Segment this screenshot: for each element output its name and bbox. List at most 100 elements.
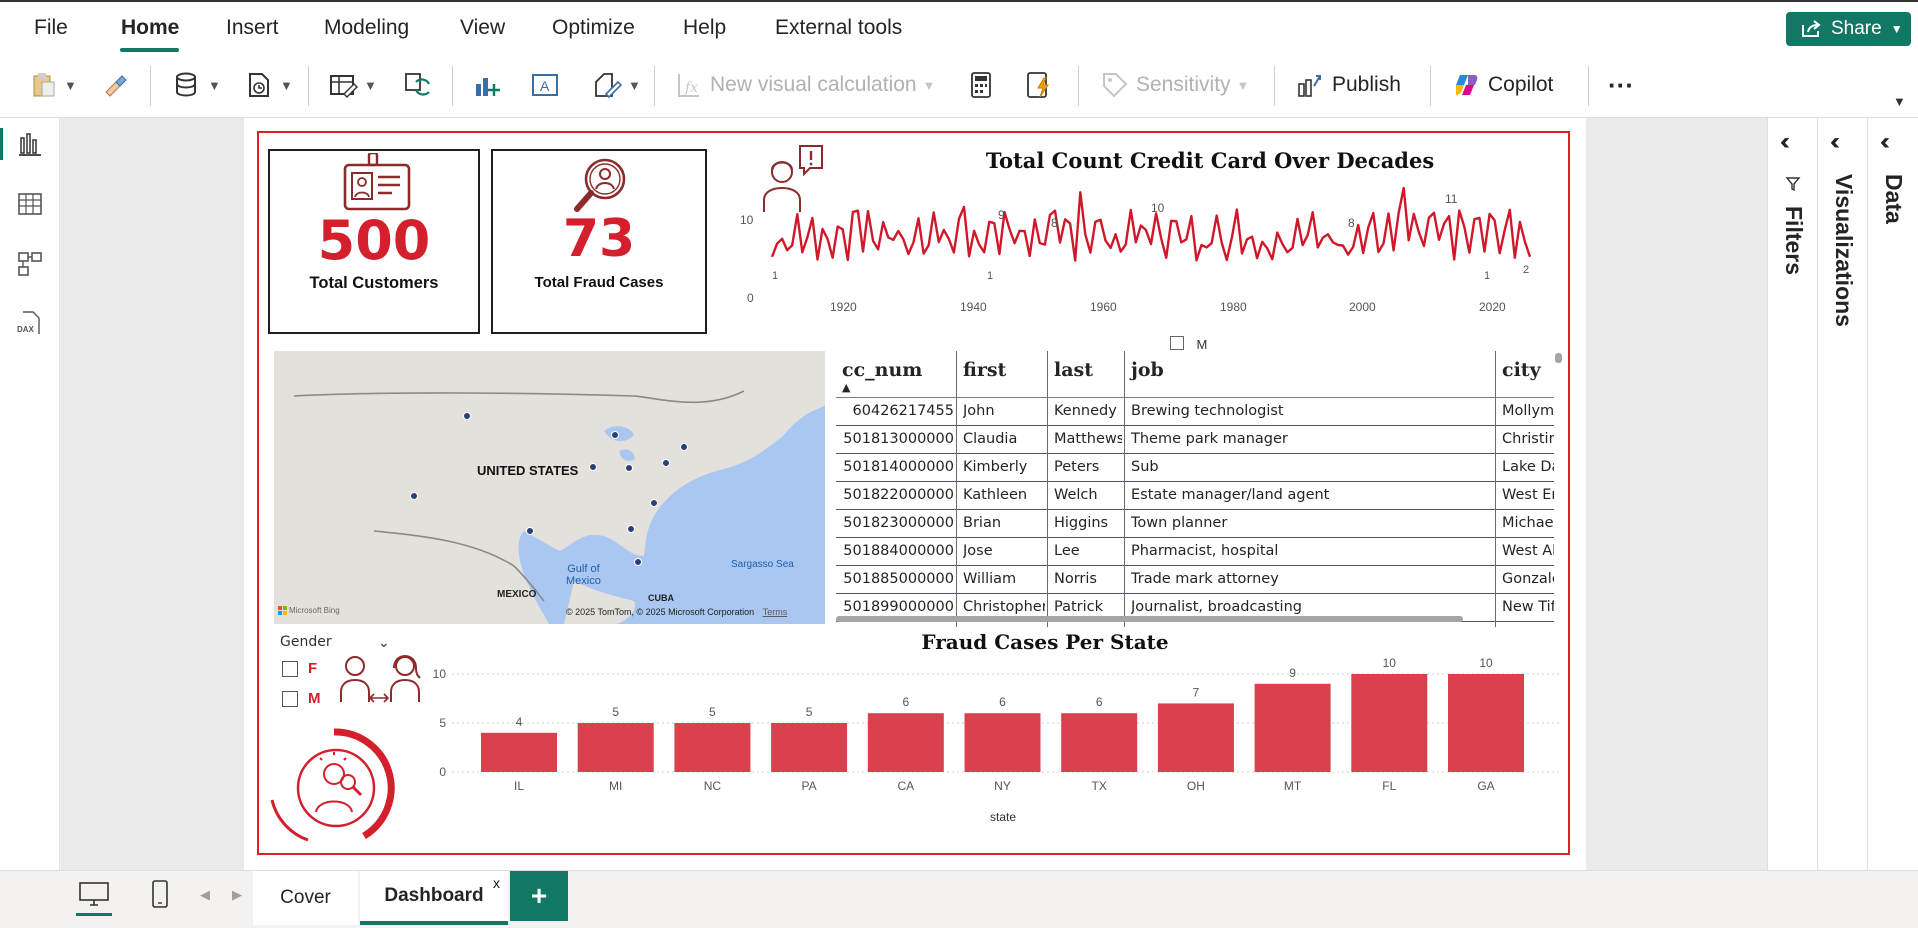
menu-optimize[interactable]: Optimize <box>552 16 635 40</box>
slicer-option-f[interactable]: F <box>282 660 317 677</box>
table-row[interactable]: 501822000000 Kathleen Welch Estate manager/… <box>836 482 1554 510</box>
table-row[interactable]: 60426217455 John Kennedy Brewing technologi… <box>836 398 1554 426</box>
new-visual-button[interactable] <box>472 68 502 102</box>
table-row[interactable]: 501823000000 Brian Higgins Town planner Mich… <box>836 510 1554 538</box>
page-tab-dashboard[interactable]: Dashboard <box>360 871 508 925</box>
sensitivity-button[interactable]: Sensitivity ▼ <box>1100 68 1249 102</box>
menu-view[interactable]: View <box>460 16 505 40</box>
vertical-scrollbar[interactable] <box>1555 353 1562 363</box>
menu-home[interactable]: Home <box>121 16 179 40</box>
model-view-icon[interactable] <box>16 250 44 278</box>
more-visuals-button[interactable]: ▼ <box>592 68 641 102</box>
share-button[interactable]: Share ▼ <box>1786 12 1911 46</box>
refresh-button[interactable] <box>402 68 432 102</box>
x-tick-1960: 1960 <box>1090 300 1117 314</box>
x-tick-label: IL <box>514 779 524 793</box>
bar-chart-visual[interactable]: Fraud Cases Per State 0 5 10 4 IL 5 MI 5 NC 5 PA 6 C… <box>420 626 1570 830</box>
next-page-icon[interactable]: ▶ <box>232 887 242 903</box>
view-switcher: DAX <box>0 118 60 870</box>
dax-query-view-icon[interactable]: DAX <box>16 310 44 338</box>
recent-file-icon <box>249 73 269 97</box>
bar-IL[interactable] <box>481 732 557 772</box>
page-tab-cover[interactable]: Cover <box>253 871 358 925</box>
mobile-view-icon[interactable] <box>150 879 170 909</box>
horizontal-scrollbar[interactable] <box>836 616 1463 622</box>
filters-pane[interactable]: ‹‹ Filters <box>1767 118 1817 870</box>
bar-NC[interactable] <box>674 723 751 772</box>
bing-logo: Microsoft Bing <box>278 606 340 615</box>
menu-modeling[interactable]: Modeling <box>324 16 409 40</box>
svg-text:A: A <box>540 78 550 94</box>
bar-PA[interactable] <box>771 723 848 772</box>
column-header-last[interactable]: last <box>1048 351 1124 397</box>
more-options-button[interactable]: ··· <box>1608 68 1634 102</box>
expand-chevron-icon[interactable]: ‹‹ <box>1880 128 1890 156</box>
format-painter-button[interactable] <box>100 68 130 102</box>
column-header-first[interactable]: first <box>957 351 1047 397</box>
y-tick-label: 10 <box>433 667 447 681</box>
bar-FL[interactable] <box>1351 674 1428 772</box>
visual-edit-icon <box>595 73 622 99</box>
quick-measure-button[interactable] <box>1024 68 1054 102</box>
visualizations-pane[interactable]: ‹‹ Visualizations <box>1817 118 1867 870</box>
table-view-icon[interactable] <box>16 190 44 218</box>
legend-checkbox[interactable] <box>1170 336 1184 350</box>
bar-NY[interactable] <box>964 713 1041 772</box>
menu-insert[interactable]: Insert <box>226 16 279 40</box>
recent-sources-button[interactable]: ▼ <box>244 68 293 102</box>
add-page-button[interactable]: + <box>510 871 568 921</box>
publish-button[interactable]: Publish <box>1296 68 1401 102</box>
bar-OH[interactable] <box>1157 703 1234 772</box>
column-header-city[interactable]: city <box>1496 351 1554 397</box>
table-row[interactable]: 501814000000 Kimberly Peters Sub Lake Da <box>836 454 1554 482</box>
customer-table[interactable]: cc_num ▲ first last job city 60426217455… <box>836 351 1554 627</box>
get-data-button[interactable]: ▼ <box>172 68 221 102</box>
menu-file[interactable]: File <box>34 16 68 40</box>
line-legend[interactable]: M <box>1170 336 1250 350</box>
paste-button[interactable]: ▼ <box>28 68 77 102</box>
column-header-job[interactable]: job <box>1125 351 1495 397</box>
text-box-button[interactable]: A <box>530 68 560 102</box>
data-label: 10 <box>1383 656 1397 670</box>
new-measure-button[interactable] <box>966 68 996 102</box>
copilot-button[interactable]: Copilot <box>1452 68 1553 102</box>
column-header-cc-num[interactable]: cc_num ▲ <box>836 351 956 397</box>
table-cell: Brian <box>963 515 1002 531</box>
close-tab-icon[interactable]: x <box>493 875 500 891</box>
data-pane[interactable]: ‹‹ Data <box>1867 118 1917 870</box>
bar-CA[interactable] <box>867 713 944 772</box>
line-chart-visual[interactable]: Total Count Credit Card Over Decades 10 … <box>720 140 1565 350</box>
chevron-down-icon[interactable]: ⌄ <box>378 634 390 651</box>
previous-page-icon[interactable]: ◀ <box>200 887 210 903</box>
new-visual-calculation-button[interactable]: fx New visual calculation ▼ <box>674 68 935 102</box>
table-cell: Town planner <box>1131 515 1228 531</box>
table-row[interactable]: 501885000000 William Norris Trade mark atto… <box>836 566 1554 594</box>
table-row[interactable]: 501813000000 Claudia Matthews Theme park ma… <box>836 426 1554 454</box>
report-view-icon[interactable] <box>16 130 44 158</box>
expand-chevron-icon[interactable]: ‹‹ <box>1830 128 1840 156</box>
transform-data-button[interactable]: ▼ <box>328 68 377 102</box>
kpi-total-customers[interactable]: 500 Total Customers <box>268 149 480 334</box>
chevron-down-icon: ▼ <box>364 77 377 93</box>
slicer-option-m[interactable]: M <box>282 690 321 707</box>
bar-MT[interactable] <box>1254 683 1331 772</box>
table-cell: Trade mark attorney <box>1131 571 1279 587</box>
table-cell: Norris <box>1054 571 1097 587</box>
checkbox[interactable] <box>282 660 298 677</box>
table-cell: Kimberly <box>963 459 1028 475</box>
bar-MI[interactable] <box>577 723 654 772</box>
table-row[interactable]: 501884000000 Jose Lee Pharmacist, hospital W… <box>836 538 1554 566</box>
collapse-ribbon-icon[interactable]: ▼ <box>1893 94 1906 109</box>
checkbox[interactable] <box>282 690 298 707</box>
menu-help[interactable]: Help <box>683 16 726 40</box>
kpi-total-fraud-cases[interactable]: 73 Total Fraud Cases <box>491 149 707 334</box>
bar-TX[interactable] <box>1061 713 1138 772</box>
x-tick-label: GA <box>1477 779 1494 793</box>
map-terms-link[interactable]: Terms <box>763 607 788 617</box>
map-visual[interactable]: UNITED STATES Gulf of Mexico Sargasso Se… <box>274 351 825 624</box>
expand-chevron-icon[interactable]: ‹‹ <box>1780 128 1790 156</box>
table-edit-icon <box>330 75 358 98</box>
menu-external-tools[interactable]: External tools <box>775 16 902 40</box>
desktop-view-icon[interactable] <box>78 881 110 907</box>
bar-GA[interactable] <box>1448 674 1524 772</box>
